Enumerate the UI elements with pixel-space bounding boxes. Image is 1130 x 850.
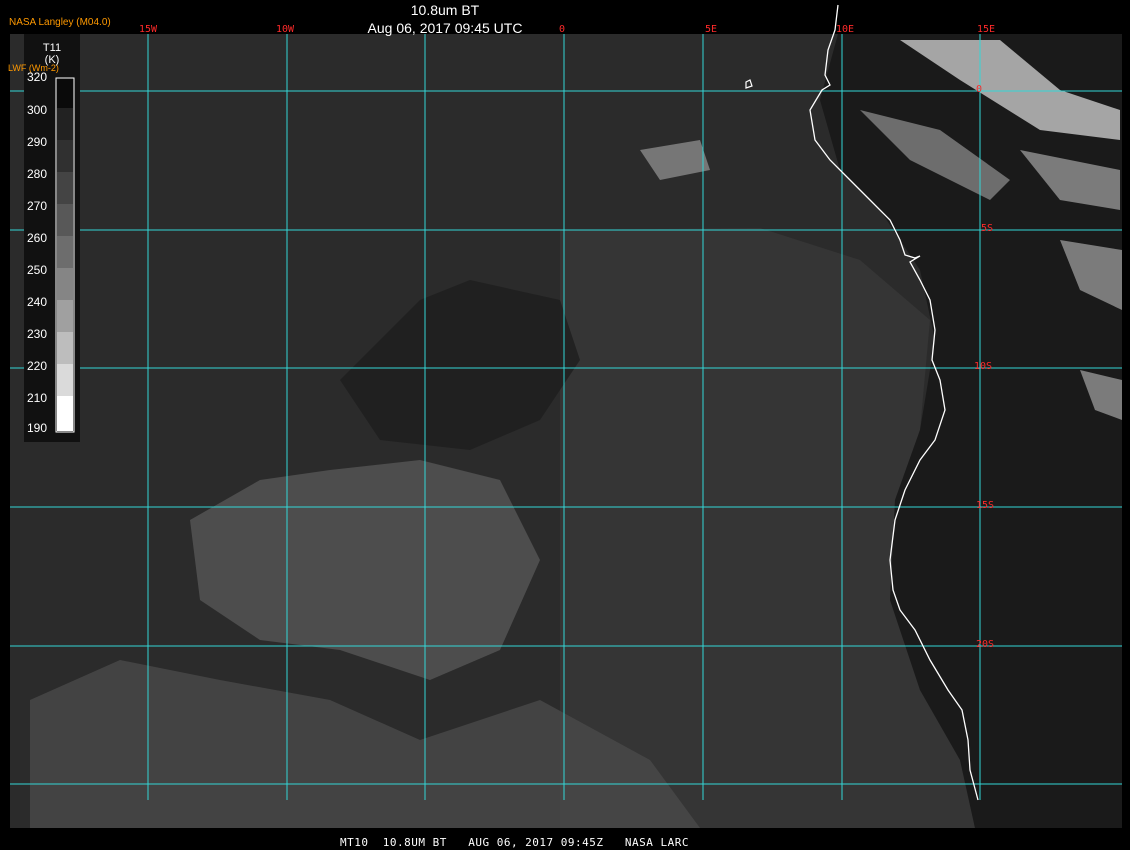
lat-label: 20S — [976, 639, 995, 650]
colorbar-tick-label: 260 — [27, 231, 48, 245]
lon-label: 5E — [705, 24, 718, 35]
lat-label: 5S — [981, 223, 994, 234]
lat-label: 15S — [976, 500, 995, 511]
lat-label: 10S — [974, 361, 993, 372]
colorbar-title: T11 (K) — [40, 42, 64, 66]
colorbar-tick-label: 270 — [27, 199, 48, 213]
lon-label: 15E — [977, 24, 996, 35]
image-datetime: Aug 06, 2017 09:45 UTC — [367, 20, 523, 36]
org-label: NASA Langley (M04.0) — [9, 17, 111, 28]
lon-label: 10E — [836, 24, 855, 35]
lat-label: 0 — [976, 84, 983, 95]
colorbar-tick-label: 250 — [27, 263, 48, 277]
colorbar-title-var: T11 — [42, 42, 62, 54]
colorbar-tick-label: 320 — [27, 70, 48, 84]
lon-label: 15W — [139, 24, 158, 35]
colorbar-tick-label: 190 — [27, 421, 48, 435]
colorbar-tick-label: 220 — [27, 359, 48, 373]
colorbar-tick-label: 280 — [27, 167, 48, 181]
footer-caption: MT10 10.8UM BT AUG 06, 2017 09:45Z NASA … — [340, 836, 690, 849]
satellite-map — [0, 0, 1130, 850]
colorbar-tick-label: 210 — [27, 391, 48, 405]
colorbar-tick-label: 230 — [27, 327, 48, 341]
lon-label: 0 — [559, 24, 566, 35]
lon-label: 10W — [276, 24, 295, 35]
colorbar-tick-label: 240 — [27, 295, 48, 309]
colorbar-tick-label: 290 — [27, 135, 48, 149]
product-title: 10.8um BT — [410, 2, 480, 18]
colorbar-tick-label: 300 — [27, 103, 48, 117]
colorbar-title-unit: (K) — [44, 54, 60, 66]
